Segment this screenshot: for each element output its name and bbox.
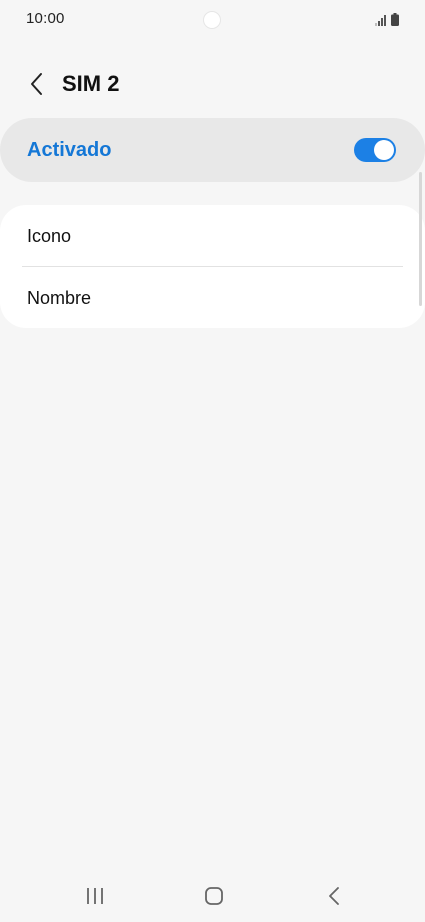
master-switch-row[interactable]: Activado bbox=[0, 118, 425, 182]
list-item-label: Nombre bbox=[27, 288, 92, 308]
signal-icon bbox=[375, 15, 386, 26]
list-item-nombre[interactable]: Nombre bbox=[0, 267, 425, 328]
status-time: 10:00 bbox=[26, 10, 65, 27]
nav-back-button[interactable] bbox=[310, 880, 358, 912]
page-title: SIM 2 bbox=[62, 71, 120, 96]
screen: 10:00 SIM 2 Activado Icono Nombre bbox=[0, 0, 425, 922]
recents-button[interactable] bbox=[71, 880, 119, 912]
toggle-knob bbox=[374, 140, 394, 160]
home-icon bbox=[205, 887, 223, 905]
settings-list: Icono Nombre bbox=[0, 205, 425, 328]
status-icons bbox=[375, 12, 399, 26]
master-switch-label: Activado bbox=[27, 139, 112, 161]
camera-cutout bbox=[203, 11, 221, 29]
recents-icon bbox=[87, 888, 103, 904]
scrollbar[interactable] bbox=[419, 172, 422, 306]
nav-bar bbox=[0, 872, 425, 920]
master-toggle[interactable] bbox=[354, 138, 396, 162]
list-item-icono[interactable]: Icono bbox=[0, 205, 425, 266]
back-button[interactable] bbox=[20, 66, 54, 102]
back-icon bbox=[329, 887, 339, 905]
list-item-label: Icono bbox=[27, 226, 72, 246]
header: SIM 2 bbox=[0, 62, 425, 106]
status-bar: 10:00 bbox=[0, 0, 425, 40]
home-button[interactable] bbox=[190, 880, 238, 912]
battery-icon bbox=[391, 13, 399, 26]
chevron-left-icon bbox=[31, 73, 42, 95]
